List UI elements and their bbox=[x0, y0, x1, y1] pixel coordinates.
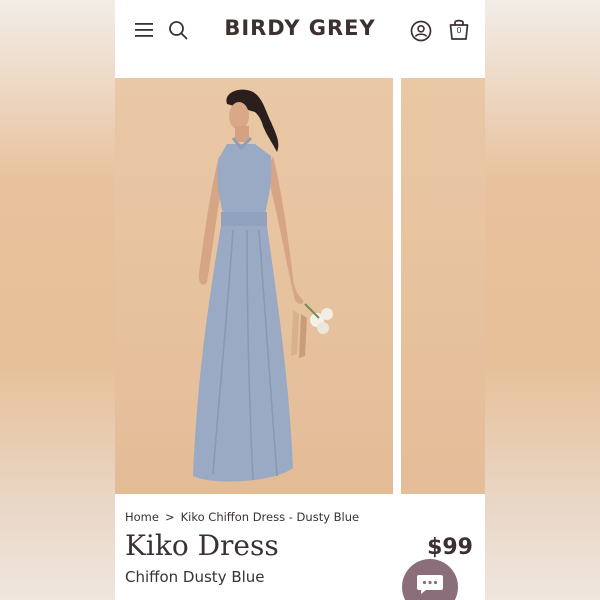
product-image-main[interactable] bbox=[115, 78, 393, 494]
model-in-dress-image bbox=[193, 89, 333, 482]
chat-icon bbox=[417, 575, 443, 594]
product-price: $99 bbox=[427, 535, 473, 560]
cart-count-badge: 0 bbox=[456, 26, 462, 35]
breadcrumb-home-link[interactable]: Home bbox=[125, 510, 159, 524]
blurred-background-right bbox=[485, 0, 600, 600]
site-header: BIRDY GREY 0 bbox=[115, 0, 485, 78]
menu-icon[interactable] bbox=[135, 22, 153, 38]
breadcrumb-separator: > bbox=[164, 510, 175, 524]
breadcrumb-current: Kiko Chiffon Dress - Dusty Blue bbox=[180, 510, 360, 524]
product-image-next[interactable] bbox=[401, 78, 485, 494]
account-icon[interactable] bbox=[410, 20, 432, 42]
product-color-name: Chiffon Dusty Blue bbox=[125, 568, 265, 586]
search-icon[interactable] bbox=[168, 20, 188, 40]
product-title: Kiko Dress bbox=[125, 529, 279, 562]
mobile-screen: BIRDY GREY 0 Home > Kiko Chiffon Dress -… bbox=[115, 0, 485, 600]
blurred-background-left bbox=[0, 0, 115, 600]
brand-logo[interactable]: BIRDY GREY bbox=[220, 16, 380, 40]
breadcrumb: Home > Kiko Chiffon Dress - Dusty Blue bbox=[125, 510, 359, 524]
chat-button[interactable] bbox=[402, 559, 458, 600]
